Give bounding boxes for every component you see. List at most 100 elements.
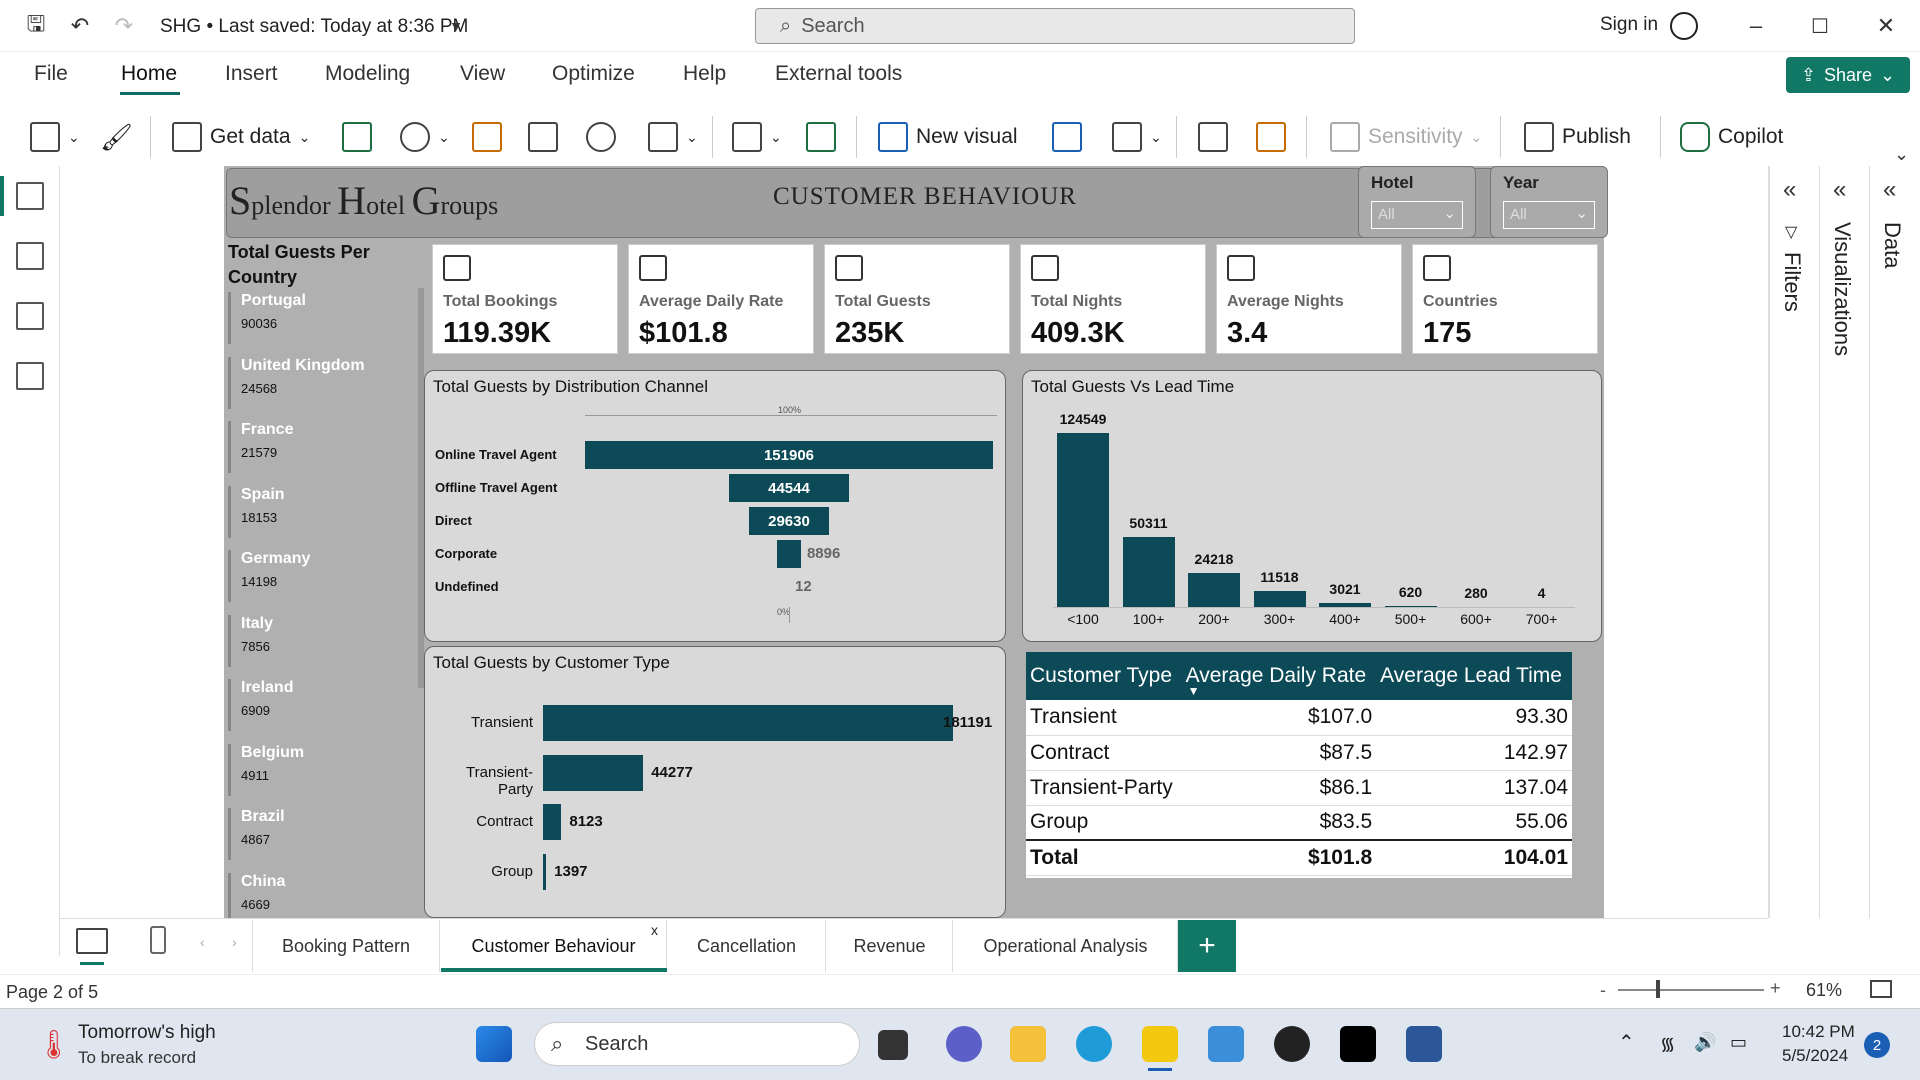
distribution-channel-chart[interactable]: Total Guests by Distribution Channel 100… [424,370,1006,642]
channel-bar[interactable]: 44544 [729,474,849,502]
task-view-icon[interactable] [878,1030,908,1060]
country-item[interactable]: France 21579 [228,421,408,473]
avatar-icon[interactable] [1670,12,1698,40]
copilot-button[interactable]: Copilot [1680,118,1783,156]
lead-time-bar[interactable] [1122,536,1175,607]
x-icon[interactable] [1340,1026,1376,1062]
weather-subtitle[interactable]: To break record [78,1048,196,1068]
customer-type-bar[interactable] [543,705,953,741]
menu-file[interactable]: File [34,62,68,86]
channel-bar[interactable] [777,540,801,568]
expand-filters-icon[interactable]: « [1783,176,1796,204]
zoom-slider[interactable] [1618,989,1764,991]
mobile-layout-icon[interactable] [150,926,166,954]
windows-start-icon[interactable] [476,1026,512,1062]
azure-icon[interactable] [1208,1026,1244,1062]
paste-button[interactable]: ⌄ [30,118,80,156]
column-header[interactable]: Average Lead Time [1376,652,1572,700]
visualizations-pane-label[interactable]: Visualizations [1829,222,1855,356]
refresh-button[interactable] [806,118,836,156]
lead-time-chart[interactable]: Total Guests Vs Lead Time 124549 <100 5031… [1022,370,1602,642]
menu-view[interactable]: View [460,62,505,86]
publish-button[interactable]: Publish [1524,118,1631,156]
tab-booking-pattern[interactable]: Booking Pattern [252,920,440,972]
quick-measure-button[interactable] [1256,118,1286,156]
year-slicer[interactable]: Year All ⌄ [1490,166,1608,238]
customer-type-chart[interactable]: Total Guests by Customer Type Transient 1… [424,646,1006,918]
tab-operational-analysis[interactable]: Operational Analysis [954,920,1178,972]
country-item[interactable]: Belgium 4911 [228,743,408,796]
desktop-layout-icon[interactable] [76,928,108,954]
column-header[interactable]: Customer Type [1026,652,1182,700]
dataflow-button[interactable] [586,118,616,156]
scroll-left-icon[interactable]: ‹ [200,934,205,950]
close-tab-icon[interactable]: x [651,922,658,938]
collapse-ribbon-icon[interactable]: ⌄ [1894,144,1909,165]
close-icon[interactable]: ✕ [1870,10,1902,42]
zoom-out-icon[interactable]: - [1600,980,1606,1001]
country-item[interactable]: Ireland 6909 [228,679,408,731]
expand-data-icon[interactable]: « [1883,176,1896,204]
dax-query-icon[interactable] [16,362,44,390]
format-painter-button[interactable]: 🖌 [100,118,133,156]
add-page-button[interactable]: + [1178,920,1236,972]
notification-badge[interactable]: 2 [1864,1032,1890,1058]
edge-icon[interactable] [1076,1026,1112,1062]
sensitivity-button[interactable]: Sensitivity ⌄ [1330,118,1482,156]
customer-type-bar[interactable] [543,853,547,890]
zoom-slider-thumb[interactable] [1656,980,1660,998]
country-item[interactable]: United Kingdom 24568 [228,356,408,409]
save-icon[interactable]: 🖫 [20,10,52,42]
customer-type-bar[interactable] [543,804,562,840]
lead-time-bar[interactable] [1253,590,1306,607]
new-measure-button[interactable] [1198,118,1228,156]
table-view-icon[interactable] [16,242,44,270]
maximize-icon[interactable]: ☐ [1804,10,1836,42]
menu-help[interactable]: Help [683,62,726,86]
text-box-button[interactable] [1052,118,1082,156]
more-visuals-button[interactable]: ⌄ [1112,118,1162,156]
scroll-right-icon[interactable]: › [232,934,237,950]
zoom-in-icon[interactable]: + [1770,978,1781,999]
weather-title[interactable]: Tomorrow's high [78,1022,216,1044]
menu-external-tools[interactable]: External tools [775,62,902,86]
word-icon[interactable] [1406,1026,1442,1062]
data-pane-label[interactable]: Data [1879,222,1905,268]
file-explorer-icon[interactable] [1010,1026,1046,1062]
onelake-button[interactable]: ⌄ [400,118,450,156]
wifi-icon[interactable]: ᯾ [1660,1032,1675,1056]
teams-icon[interactable] [946,1026,982,1062]
report-view-icon[interactable] [16,182,44,210]
menu-insert[interactable]: Insert [225,62,278,86]
country-item[interactable]: Germany 14198 [228,550,408,602]
year-dropdown[interactable]: All ⌄ [1503,201,1595,229]
channel-bar[interactable]: 151906 [585,441,993,469]
expand-visualizations-icon[interactable]: « [1833,176,1846,204]
model-view-icon[interactable] [16,302,44,330]
menu-home[interactable]: Home [121,62,177,86]
search-input[interactable]: ⌕ Search [755,8,1355,44]
recent-sources-button[interactable]: ⌄ [648,118,698,156]
table-row[interactable]: Group $83.5 55.06 [1026,805,1572,841]
github-icon[interactable] [1274,1026,1310,1062]
clock-date[interactable]: 5/5/2024 [1782,1046,1848,1066]
lead-time-bar[interactable] [1057,433,1109,607]
country-item[interactable]: Italy 7856 [228,614,408,667]
taskbar-search[interactable]: ⌕ Search [534,1022,860,1066]
table-row[interactable]: Transient-Party $86.1 137.04 [1026,770,1572,806]
customer-type-bar[interactable] [543,754,644,791]
menu-optimize[interactable]: Optimize [552,62,635,86]
zoom-level[interactable]: 61% [1806,980,1842,1001]
table-row[interactable]: Contract $87.5 142.97 [1026,735,1572,771]
country-item[interactable]: Brazil 4867 [228,808,408,860]
document-title[interactable]: SHG • Last saved: Today at 8:36 PM [160,16,468,38]
chevron-up-icon[interactable]: ⌃ [1618,1030,1635,1055]
tab-revenue[interactable]: Revenue [827,920,953,972]
undo-icon[interactable]: ↶ [64,10,96,42]
sign-in-link[interactable]: Sign in [1600,14,1658,36]
minimize-icon[interactable]: – [1740,10,1772,42]
fit-to-page-icon[interactable] [1870,980,1892,998]
battery-icon[interactable]: ▭ [1730,1032,1747,1053]
customer-type-table[interactable]: Customer Type Average Daily Rate ▼ Averag… [1026,652,1572,878]
column-header[interactable]: Average Daily Rate ▼ [1181,652,1377,700]
